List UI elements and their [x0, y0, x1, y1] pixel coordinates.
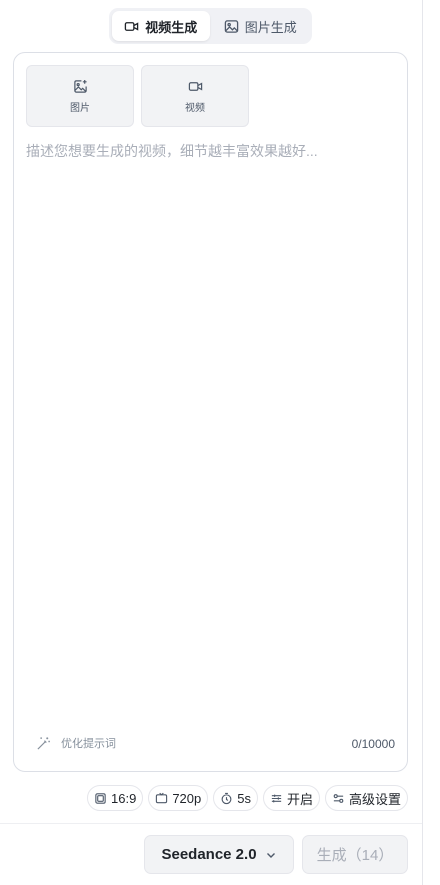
sliders-icon	[271, 794, 282, 802]
resolution-value: 720p	[172, 790, 202, 806]
settings-toggle-icon	[333, 793, 344, 803]
side-panel-edge	[422, 0, 440, 885]
prompt-card: 图片 视频 优化提示词 0/10000	[13, 52, 408, 772]
video-camera-icon	[188, 81, 202, 91]
monitor-icon	[156, 792, 168, 803]
duration-value: 5s	[237, 790, 251, 806]
optimize-prompt-button[interactable]: 优化提示词	[36, 735, 116, 751]
aspect-ratio-icon	[95, 792, 106, 804]
model-select-value: Seedance 2.0	[161, 846, 257, 863]
footer-divider	[0, 823, 422, 824]
model-select[interactable]: Seedance 2.0	[144, 835, 294, 874]
aspect-ratio-chip[interactable]: 16:9	[87, 785, 144, 811]
upload-image-button[interactable]: 图片	[26, 65, 134, 127]
resolution-chip[interactable]: 720p	[148, 785, 209, 811]
prompt-input[interactable]	[26, 141, 396, 701]
settings-chips: 16:9 720p 5s 开启 高级设置	[87, 785, 408, 811]
advanced-settings-chip[interactable]: 高级设置	[324, 785, 408, 811]
image-icon	[224, 19, 238, 33]
mode-tabs: 视频生成 图片生成	[109, 8, 312, 44]
generate-button[interactable]: 生成（14）	[302, 835, 408, 874]
timer-icon	[221, 792, 232, 804]
char-count: 0/10000	[351, 737, 395, 751]
magic-wand-icon	[37, 736, 50, 750]
upload-video-button[interactable]: 视频	[141, 65, 249, 127]
optimize-prompt-label: 优化提示词	[61, 738, 116, 750]
upload-image-label: 图片	[70, 102, 90, 114]
toggle-chip[interactable]: 开启	[262, 785, 320, 811]
aspect-ratio-value: 16:9	[111, 790, 137, 806]
toggle-value: 开启	[286, 791, 313, 807]
upload-video-label: 视频	[185, 102, 205, 114]
upload-row: 图片 视频	[26, 65, 249, 127]
tab-image-generation[interactable]: 图片生成	[212, 11, 310, 41]
tab-label: 图片生成	[244, 19, 297, 35]
duration-chip[interactable]: 5s	[213, 785, 258, 811]
video-camera-icon	[124, 21, 139, 31]
tab-video-generation[interactable]: 视频生成	[112, 11, 210, 41]
tab-label: 视频生成	[145, 19, 198, 35]
advanced-settings-label: 高级设置	[348, 791, 401, 807]
chevron-down-icon	[266, 852, 275, 858]
image-plus-icon	[73, 79, 87, 93]
